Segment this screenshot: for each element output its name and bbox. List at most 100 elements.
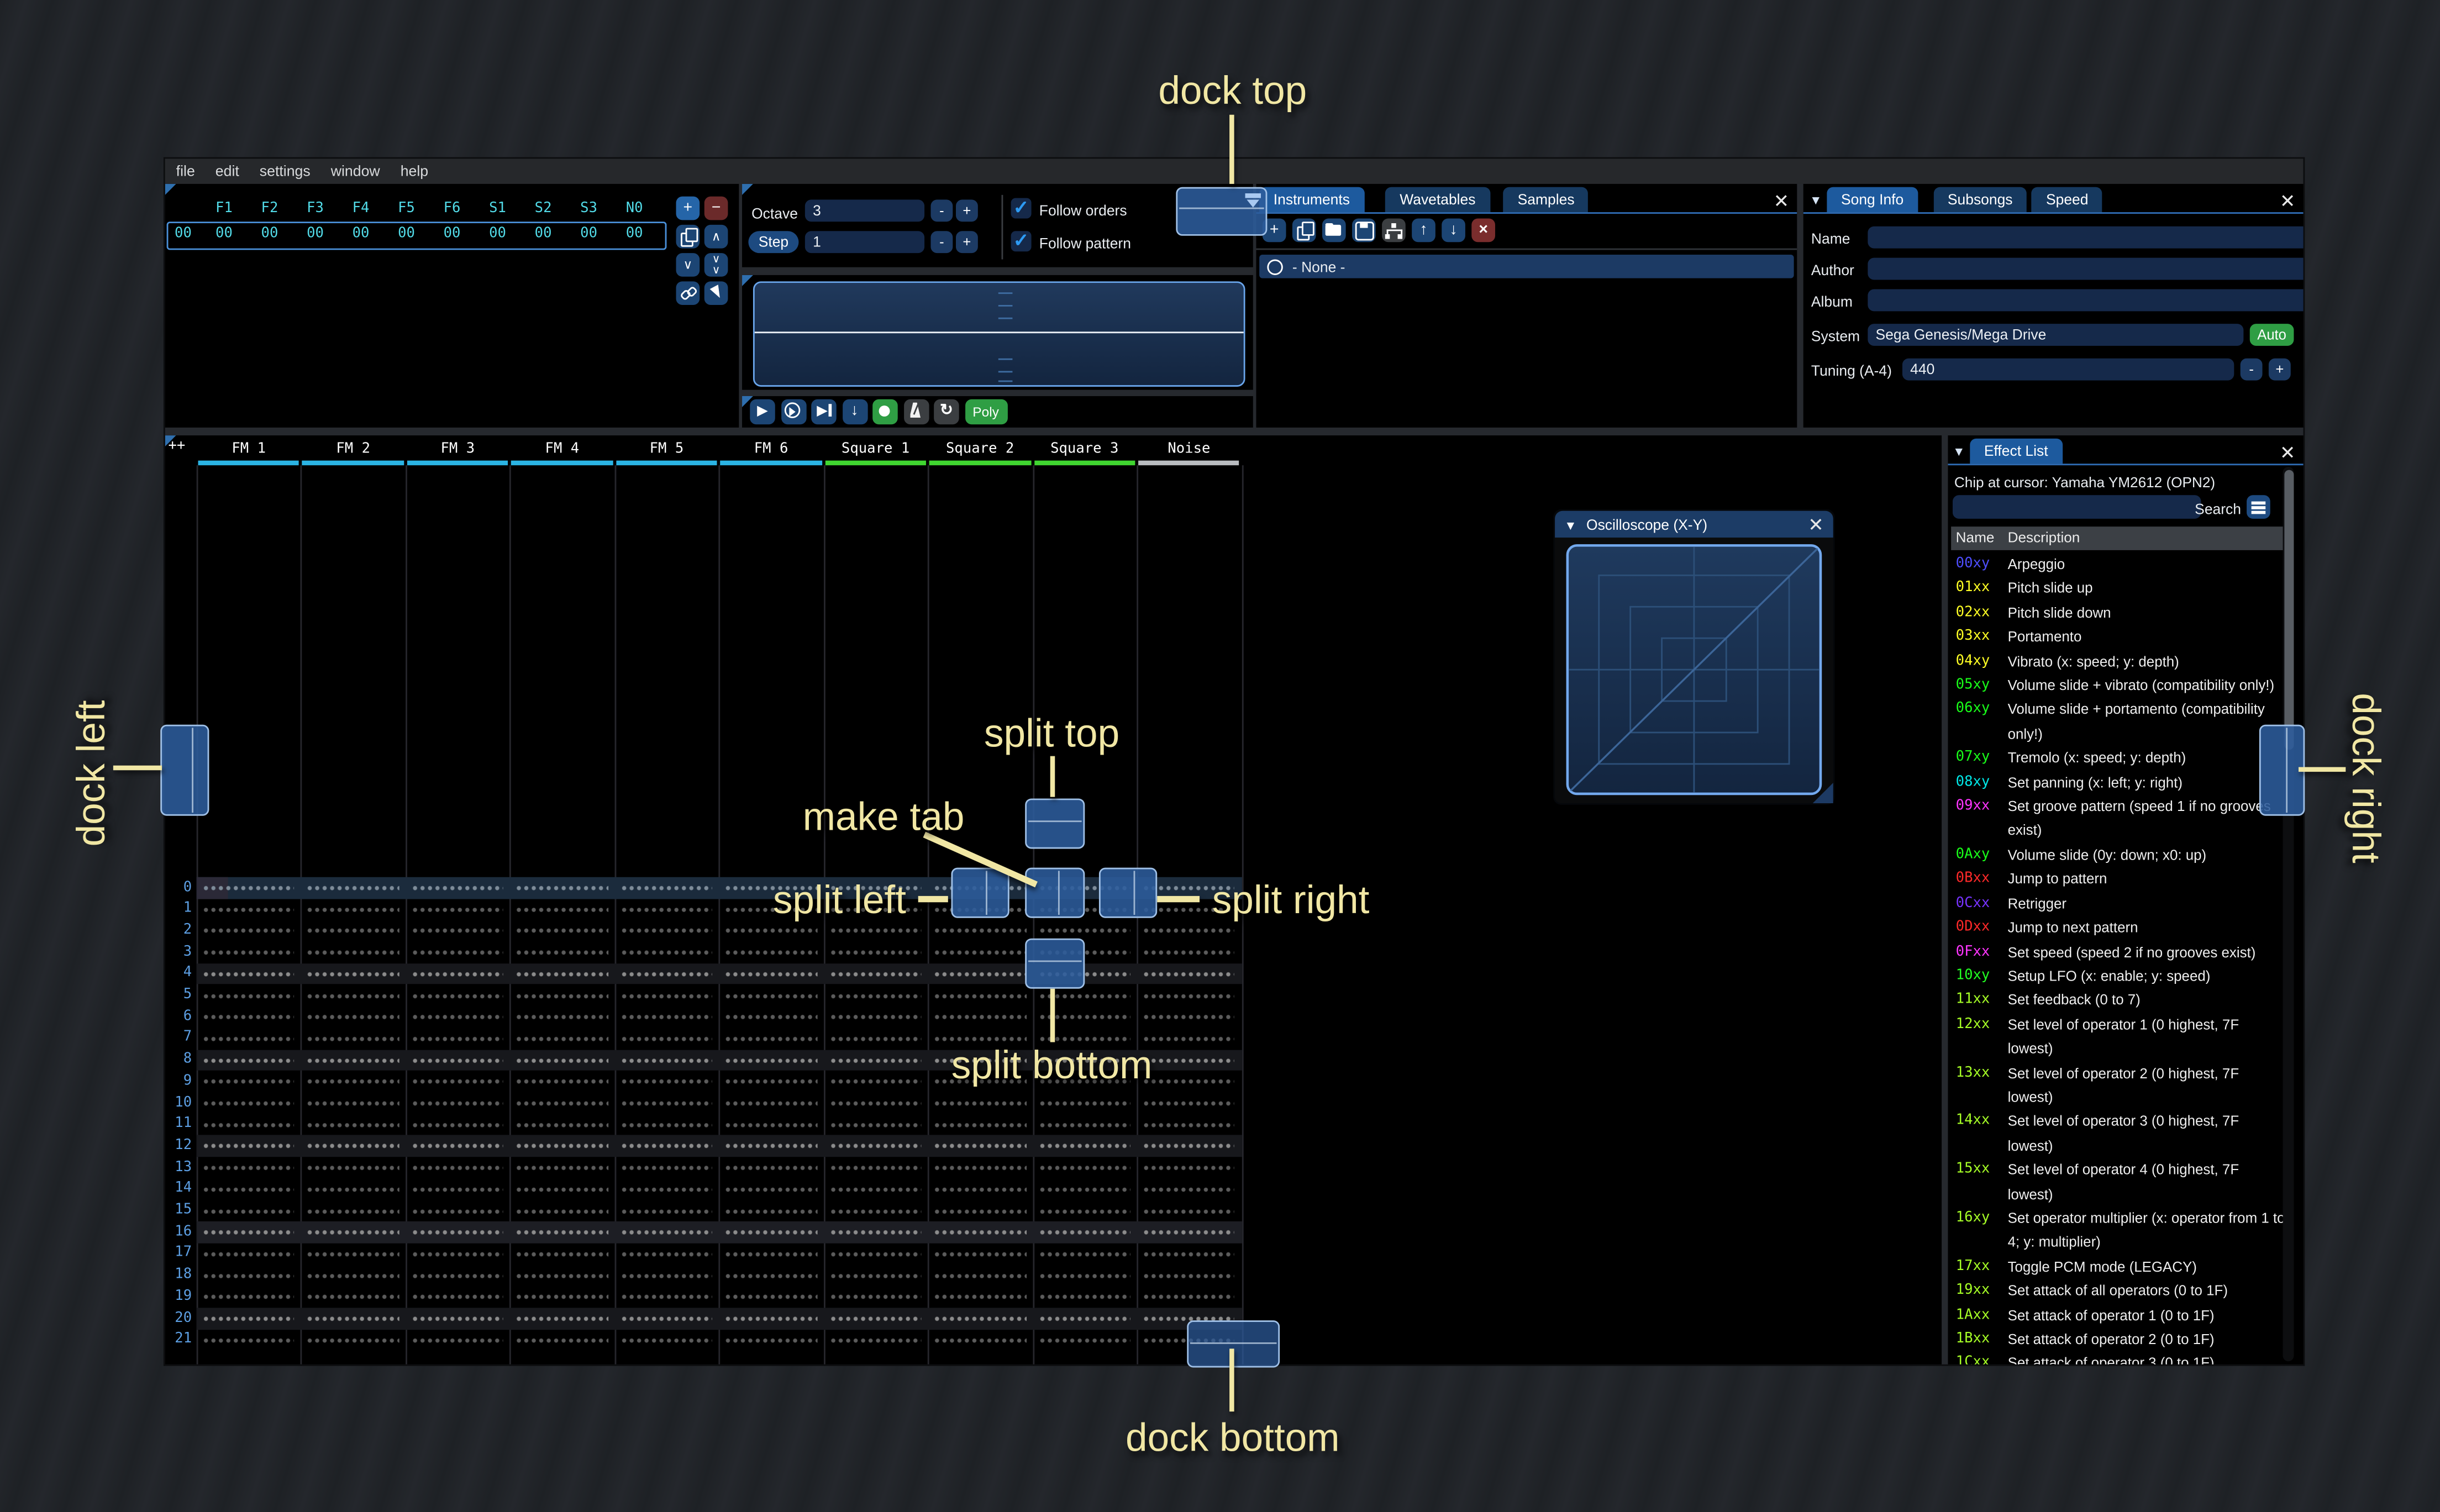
step-row-button[interactable]: ↓ bbox=[842, 398, 867, 424]
pattern-cell-row4[interactable] bbox=[516, 963, 608, 985]
step-minus-button[interactable]: - bbox=[930, 231, 953, 254]
save-instrument-button[interactable] bbox=[1352, 218, 1376, 243]
system-input[interactable]: Sega Genesis/Mega Drive bbox=[1868, 324, 2244, 346]
pattern-cell-row12[interactable] bbox=[516, 1135, 608, 1157]
pattern-cell-row4[interactable] bbox=[307, 963, 399, 985]
pattern-cell-row14[interactable] bbox=[725, 1178, 817, 1200]
order-edit-mode-button[interactable] bbox=[704, 281, 728, 305]
pattern-cell-row9[interactable] bbox=[829, 1071, 922, 1093]
tab-subsongs[interactable]: Subsongs bbox=[1933, 187, 2027, 213]
pattern-cell-row18[interactable] bbox=[829, 1265, 922, 1287]
pattern-cell-row12[interactable] bbox=[934, 1135, 1026, 1157]
pattern-cell-row14[interactable] bbox=[620, 1178, 713, 1200]
pattern-cell-row17[interactable] bbox=[203, 1243, 295, 1265]
pattern-cell-row8[interactable] bbox=[203, 1049, 295, 1071]
pattern-cell-row17[interactable] bbox=[934, 1243, 1026, 1265]
effect-list-scrollbar[interactable] bbox=[2283, 467, 2294, 1362]
pattern-cell-row11[interactable] bbox=[934, 1114, 1026, 1136]
pattern-cell-row7[interactable] bbox=[829, 1028, 922, 1050]
pattern-cell-row21[interactable] bbox=[829, 1329, 922, 1351]
effect-list-row[interactable]: 08xy Set panning (x: left; y: right) bbox=[1956, 771, 2288, 795]
pattern-cell-row12[interactable] bbox=[620, 1135, 713, 1157]
pattern-cell-row11[interactable] bbox=[1143, 1114, 1235, 1136]
tab-song-info[interactable]: Song Info bbox=[1827, 187, 1918, 213]
close-icon[interactable]: ✕ bbox=[2280, 192, 2296, 210]
split-target-top[interactable] bbox=[1025, 798, 1085, 849]
pattern-cell-row20[interactable] bbox=[307, 1308, 399, 1330]
pattern-cell-row10[interactable] bbox=[307, 1092, 399, 1114]
oscilloscope-xy-titlebar[interactable]: ▼ Oscilloscope (X-Y) ✕ bbox=[1555, 510, 1833, 538]
pattern-cell-row15[interactable] bbox=[829, 1200, 922, 1222]
pattern-cell-row21[interactable] bbox=[307, 1329, 399, 1351]
pattern-cell-row3[interactable] bbox=[620, 941, 713, 963]
play-from-cursor-button[interactable] bbox=[780, 398, 806, 424]
pattern-cell-row14[interactable] bbox=[934, 1178, 1026, 1200]
channel-header-square-1[interactable]: Square 1 bbox=[823, 442, 928, 457]
pattern-cell-row1[interactable] bbox=[203, 898, 295, 920]
dock-target-right[interactable] bbox=[2259, 724, 2305, 816]
pattern-cell-row7[interactable] bbox=[1143, 1028, 1235, 1050]
pattern-cell-row13[interactable] bbox=[516, 1157, 608, 1179]
pattern-cell-row9[interactable] bbox=[725, 1071, 817, 1093]
pattern-cell-row13[interactable] bbox=[620, 1157, 713, 1179]
pattern-cell-row7[interactable] bbox=[620, 1028, 713, 1050]
open-instrument-button[interactable] bbox=[1322, 218, 1346, 243]
pattern-cell-row21[interactable] bbox=[516, 1329, 608, 1351]
auto-system-button[interactable]: Auto bbox=[2249, 324, 2294, 346]
pattern-cell-row6[interactable] bbox=[725, 1006, 817, 1028]
pattern-cell-row8[interactable] bbox=[1143, 1049, 1235, 1071]
effect-list-row[interactable]: 12xx Set level of operator 1 (0 highest, … bbox=[1956, 1013, 2288, 1062]
effect-list-row[interactable]: 15xx Set level of operator 4 (0 highest, … bbox=[1956, 1159, 2288, 1208]
pattern-cell-row16[interactable] bbox=[829, 1221, 922, 1244]
pattern-cell-row14[interactable] bbox=[829, 1178, 922, 1200]
poly-button[interactable]: Poly bbox=[964, 398, 1007, 424]
effect-list-row[interactable]: 16xy Set operator multiplier (x: operator… bbox=[1956, 1207, 2288, 1256]
pattern-cell-row10[interactable] bbox=[934, 1092, 1026, 1114]
pattern-cell-row0[interactable] bbox=[516, 877, 608, 899]
orders-row-label[interactable]: 00 bbox=[170, 226, 196, 242]
pattern-cell-row16[interactable] bbox=[203, 1221, 295, 1244]
pattern-cell-row21[interactable] bbox=[203, 1329, 295, 1351]
pattern-cell-row5[interactable] bbox=[934, 984, 1026, 1007]
menu-item-window[interactable]: window bbox=[331, 162, 380, 181]
pattern-cell-row6[interactable] bbox=[829, 1006, 922, 1028]
orders-cell-F6[interactable]: 00 bbox=[429, 226, 475, 242]
pattern-cell-row14[interactable] bbox=[307, 1178, 399, 1200]
pattern-cell-row2[interactable] bbox=[307, 920, 399, 942]
pattern-cell-row13[interactable] bbox=[934, 1157, 1026, 1179]
follow-orders-checkbox[interactable]: ✓ bbox=[1011, 197, 1032, 219]
pattern-cell-row6[interactable] bbox=[412, 1006, 504, 1028]
dock-target-top[interactable] bbox=[1176, 187, 1268, 236]
pattern-cell-row19[interactable] bbox=[307, 1286, 399, 1308]
effect-list-row[interactable]: 14xx Set level of operator 3 (0 highest, … bbox=[1956, 1110, 2288, 1159]
effect-list-row[interactable]: 0Dxx Jump to next pattern bbox=[1956, 916, 2288, 941]
pattern-cell-row10[interactable] bbox=[412, 1092, 504, 1114]
pattern-cell-row2[interactable] bbox=[620, 920, 713, 942]
effect-list-row[interactable]: 10xy Setup LFO (x: enable; y: speed) bbox=[1956, 965, 2288, 989]
pattern-cell-row4[interactable] bbox=[934, 963, 1026, 985]
pattern-cell-row18[interactable] bbox=[1143, 1265, 1235, 1287]
pattern-cell-row18[interactable] bbox=[934, 1265, 1026, 1287]
pattern-cell-row6[interactable] bbox=[1143, 1006, 1235, 1028]
play-button[interactable]: ▶ bbox=[750, 398, 775, 424]
pattern-cell-row7[interactable] bbox=[725, 1028, 817, 1050]
delete-instrument-button[interactable]: × bbox=[1471, 218, 1495, 243]
tab-effect-list[interactable]: Effect List bbox=[1970, 438, 2063, 464]
pattern-cell-row17[interactable] bbox=[307, 1243, 399, 1265]
pattern-cell-row12[interactable] bbox=[725, 1135, 817, 1157]
pattern-cell-row19[interactable] bbox=[725, 1286, 817, 1308]
menu-item-edit[interactable]: edit bbox=[215, 162, 239, 181]
pattern-cell-row2[interactable] bbox=[934, 920, 1026, 942]
pattern-cell-row1[interactable] bbox=[307, 898, 399, 920]
pattern-cell-row21[interactable] bbox=[725, 1329, 817, 1351]
pattern-cell-row12[interactable] bbox=[412, 1135, 504, 1157]
make-tab-target[interactable] bbox=[1025, 867, 1085, 918]
pattern-cell-row13[interactable] bbox=[725, 1157, 817, 1179]
pattern-cell-row3[interactable] bbox=[307, 941, 399, 963]
pattern-cell-row19[interactable] bbox=[1143, 1286, 1235, 1308]
effect-list-row[interactable]: 0Bxx Jump to pattern bbox=[1956, 868, 2288, 892]
author-input[interactable] bbox=[1868, 257, 2304, 280]
pattern-cell-row14[interactable] bbox=[516, 1178, 608, 1200]
pattern-cell-row4[interactable] bbox=[829, 963, 922, 985]
pattern-cell-row9[interactable] bbox=[516, 1071, 608, 1093]
